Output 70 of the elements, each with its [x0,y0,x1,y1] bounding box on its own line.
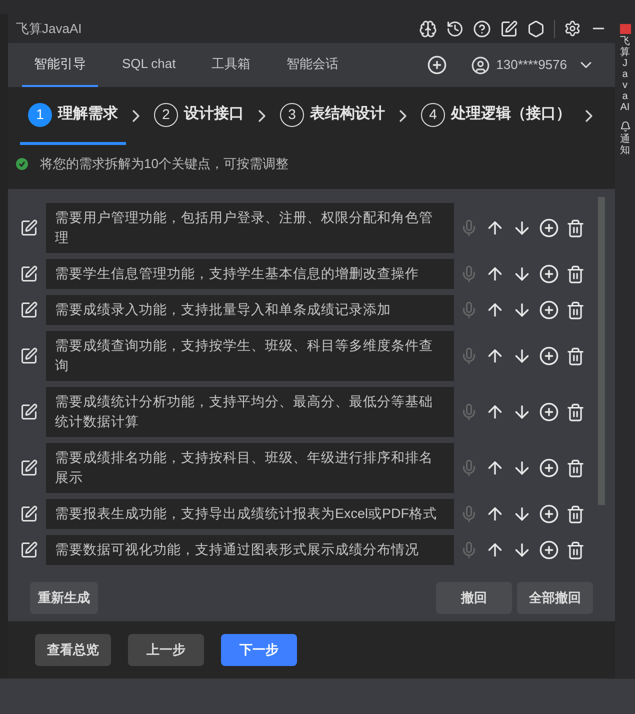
edit-icon[interactable] [20,403,38,421]
step-number: 2 [154,102,178,126]
hexagon-icon[interactable] [527,20,545,38]
add-icon[interactable] [539,346,559,366]
requirement-field[interactable]: 需要成绩录入功能，支持批量导入和单条成绩记录添加 [46,295,454,325]
add-icon[interactable] [539,504,559,524]
undo-button[interactable]: 撤回 [436,582,512,614]
delete-icon[interactable] [566,264,585,284]
step[interactable]: 4 处理逻辑（接口） [413,87,579,145]
step-label: 表结构设计 [310,104,385,124]
step-number: 4 [421,102,445,126]
step[interactable]: 2 设计接口 [146,87,252,145]
sidebar-label[interactable]: 飞算JavaAI [620,36,630,113]
requirement-field[interactable]: 需要学生信息管理功能，支持学生基本信息的增删改查操作 [46,259,454,289]
history-icon[interactable] [446,20,464,38]
delete-icon[interactable] [566,346,585,366]
requirement-field[interactable]: 需要数据可视化功能，支持通过图表形式展示成绩分布情况 [46,535,454,565]
regenerate-button[interactable]: 重新生成 [30,582,98,614]
bell-icon[interactable] [620,121,630,132]
edit-icon[interactable] [20,301,38,319]
delete-icon[interactable] [566,504,585,524]
add-icon[interactable] [539,540,559,560]
tab[interactable]: 智能会话 [274,43,351,87]
sidebar-label[interactable]: 通知 [620,134,630,156]
info-text: 将您的需求拆解为10个关键点，可按需调整 [40,155,288,174]
delete-icon[interactable] [566,458,585,478]
step-number: 1 [28,102,52,126]
step-label: 设计接口 [184,104,244,124]
step[interactable]: 1 理解需求 [20,87,126,145]
user-icon[interactable] [471,56,490,74]
step[interactable]: 3 表结构设计 [272,87,393,145]
help-icon[interactable] [473,20,491,38]
add-icon[interactable] [539,218,559,238]
edit-icon[interactable] [20,219,38,237]
scrollbar[interactable] [598,197,605,505]
add-icon[interactable] [539,264,559,284]
account-name[interactable]: 130****9576 [496,55,567,75]
edit-icon[interactable] [20,347,38,365]
edit-icon[interactable] [20,265,38,283]
brain-icon[interactable] [419,20,437,38]
delete-icon[interactable] [566,540,585,560]
delete-icon[interactable] [566,300,585,320]
delete-icon[interactable] [566,402,585,422]
window-title: 飞算JavaAI [16,20,82,38]
footer-button[interactable]: 查看总览 [35,634,111,666]
step-number: 3 [280,102,304,126]
add-icon[interactable] [539,402,559,422]
requirement-field[interactable]: 需要成绩统计分析功能，支持平均分、最高分、最低分等基础统计数据计算 [46,387,454,437]
step-label: 理解需求 [58,104,118,124]
tab[interactable]: 工具箱 [200,43,263,87]
success-icon [16,158,28,170]
step-label: 处理逻辑（接口） [451,104,571,124]
delete-icon[interactable] [566,218,585,238]
tab[interactable]: SQL chat [110,43,188,87]
edit-icon[interactable] [20,505,38,523]
edit-icon[interactable] [500,20,518,38]
requirement-field[interactable]: 需要成绩查询功能，支持按学生、班级、科目等多维度条件查询 [46,331,454,381]
undo-all-button[interactable]: 全部撤回 [517,582,593,614]
app-icon[interactable] [620,24,630,34]
settings-icon[interactable] [564,20,581,37]
edit-icon[interactable] [20,459,38,477]
requirement-field[interactable]: 需要报表生成功能，支持导出成绩统计报表为Excel或PDF格式 [46,499,454,529]
add-icon[interactable] [539,458,559,478]
add-icon[interactable] [539,300,559,320]
next-button[interactable]: 下一步 [221,634,297,666]
add-icon[interactable] [427,55,448,75]
footer-button[interactable]: 上一步 [128,634,204,666]
requirement-field[interactable]: 需要用户管理功能，包括用户登录、注册、权限分配和角色管理 [46,203,454,253]
requirement-field[interactable]: 需要成绩排名功能，支持按科目、班级、年级进行排序和排名展示 [46,443,454,493]
edit-icon[interactable] [20,541,38,559]
